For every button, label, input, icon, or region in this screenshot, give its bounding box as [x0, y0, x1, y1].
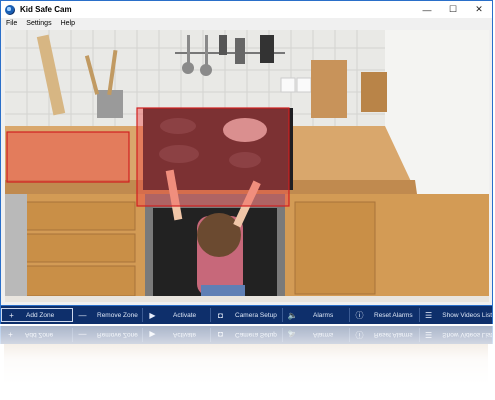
alarms-label: Alarms — [313, 311, 334, 319]
reset-alarms-label: Reset Alarms — [374, 311, 413, 319]
reflection-fade — [0, 326, 495, 400]
activate-button[interactable]: ▶ Activate — [143, 308, 211, 322]
play-icon: ▶ — [149, 310, 156, 320]
add-zone-button[interactable]: + Add Zone — [1, 308, 73, 322]
maximize-button[interactable]: ☐ — [440, 1, 466, 18]
menu-file[interactable]: File — [1, 20, 21, 27]
minus-icon: — — [78, 310, 87, 320]
detection-zone-1[interactable] — [6, 131, 130, 183]
camera-feed-image — [5, 30, 489, 302]
window-title: Kid Safe Cam — [20, 5, 72, 14]
info-icon: ⓘ — [355, 310, 364, 320]
title-bar: Kid Safe Cam — ☐ ✕ — [1, 1, 492, 18]
speaker-icon: 🔈 — [287, 310, 298, 320]
alarms-button[interactable]: 🔈 Alarms — [283, 308, 350, 322]
menu-help[interactable]: Help — [56, 20, 79, 27]
toolbar: + Add Zone — Remove Zone ▶ Activate ◘ Ca… — [0, 306, 493, 324]
camera-viewport[interactable] — [5, 30, 489, 302]
activate-label: Activate — [173, 311, 197, 319]
remove-zone-label: Remove Zone — [97, 311, 138, 319]
show-videos-list-label: Show Videos List — [442, 311, 492, 319]
camera-setup-button[interactable]: ◘ Camera Setup — [211, 308, 283, 322]
app-window: Kid Safe Cam — ☐ ✕ File Settings Help — [0, 0, 493, 306]
menu-settings[interactable]: Settings — [21, 20, 55, 27]
detection-zone-2[interactable] — [136, 107, 290, 207]
list-icon: ☰ — [425, 310, 433, 320]
add-zone-label: Add Zone — [26, 311, 55, 319]
plus-icon: + — [9, 310, 14, 320]
remove-zone-button[interactable]: — Remove Zone — [73, 308, 143, 322]
menu-bar: File Settings Help — [1, 18, 492, 29]
reset-alarms-button[interactable]: ⓘ Reset Alarms — [350, 308, 420, 322]
app-logo-icon — [5, 4, 15, 15]
camera-icon: ◘ — [218, 310, 223, 320]
close-button[interactable]: ✕ — [466, 1, 492, 18]
show-videos-list-button[interactable]: ☰ Show Videos List — [420, 308, 492, 322]
minimize-button[interactable]: — — [414, 1, 440, 18]
camera-setup-label: Camera Setup — [235, 311, 277, 319]
